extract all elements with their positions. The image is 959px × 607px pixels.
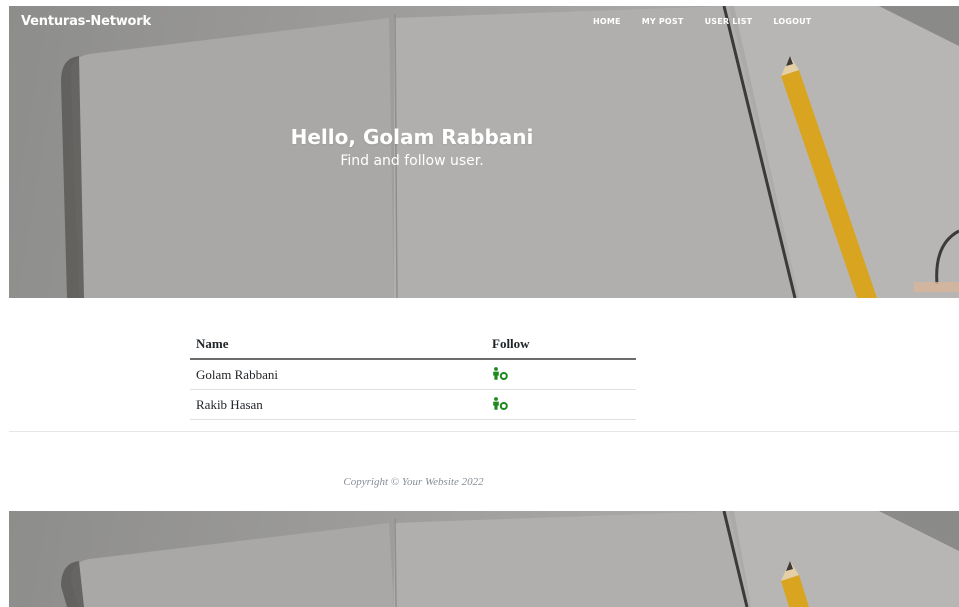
follow-column-header: Follow [486, 329, 636, 360]
user-name-cell: Rakib Hasan [190, 389, 486, 420]
footer-background-art [61, 511, 959, 607]
brand-link[interactable]: Venturas-Network [21, 14, 151, 29]
nav-my-post-link[interactable]: MY POST [642, 17, 684, 26]
user-list-table: Name Follow Golam Rabbani Rakib Hasan [190, 329, 636, 420]
hero-title: Hello, Golam Rabbani [290, 125, 534, 149]
hero-heading-block: Hello, Golam Rabbani Find and follow use… [9, 124, 815, 170]
hero-header: Venturas-Network HOME MY POST USER LIST … [9, 6, 959, 298]
follow-cell [486, 359, 636, 390]
user-follow-icon[interactable] [492, 396, 509, 410]
table-header-row: Name Follow [190, 329, 636, 360]
table-row: Golam Rabbani [190, 359, 636, 390]
nav-links: HOME MY POST USER LIST LOGOUT [593, 17, 832, 26]
nav-logout-link[interactable]: LOGOUT [773, 17, 811, 26]
page: Venturas-Network HOME MY POST USER LIST … [0, 0, 959, 607]
nav-user-list-link[interactable]: USER LIST [705, 17, 753, 26]
nav-home-link[interactable]: HOME [593, 17, 621, 26]
name-column-header: Name [190, 329, 486, 360]
footer-background-image [9, 511, 959, 607]
hero-subtitle: Find and follow user. [340, 153, 484, 169]
table-row: Rakib Hasan [190, 389, 636, 420]
user-list-section: Name Follow Golam Rabbani Rakib Hasan [190, 329, 636, 420]
footer-divider [9, 431, 959, 432]
top-navbar: Venturas-Network HOME MY POST USER LIST … [9, 6, 959, 38]
user-name-cell: Golam Rabbani [190, 359, 486, 390]
follow-cell [486, 389, 636, 420]
user-follow-icon[interactable] [492, 366, 509, 380]
copyright-text: Copyright © Your Website 2022 [343, 476, 484, 488]
